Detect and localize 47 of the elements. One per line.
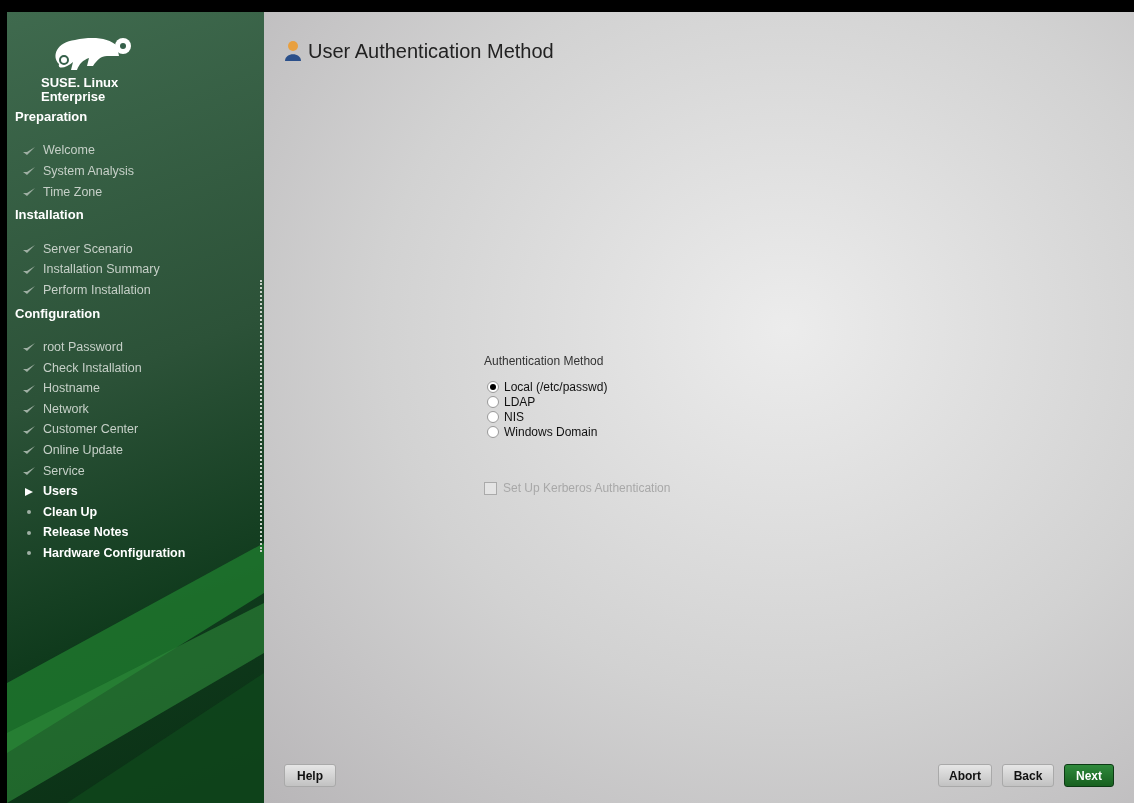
dialog-button[interactable]: Abort bbox=[938, 764, 992, 787]
step-label: Online Update bbox=[43, 441, 123, 459]
check-icon bbox=[22, 145, 36, 156]
check-icon bbox=[22, 166, 36, 177]
section-header: Installation bbox=[15, 206, 85, 225]
check-icon bbox=[22, 424, 36, 435]
page-title: User Authentication Method bbox=[308, 39, 554, 64]
step-label: Time Zone bbox=[43, 183, 103, 201]
check-icon bbox=[22, 404, 36, 415]
step-label: Server Scenario bbox=[43, 240, 133, 258]
group-label: Authentication Method bbox=[484, 353, 605, 370]
step-label: Perform Installation bbox=[43, 281, 151, 299]
check-icon bbox=[22, 342, 36, 353]
triangle-icon bbox=[24, 486, 34, 497]
check-icon bbox=[22, 383, 36, 394]
step-label: Network bbox=[43, 400, 89, 418]
step-label: Hardware Configuration bbox=[43, 544, 186, 562]
check-icon bbox=[22, 244, 36, 255]
product-name: SUSE. Linux bbox=[41, 76, 120, 90]
section-header: Preparation bbox=[15, 108, 89, 126]
dialog-button[interactable]: Next bbox=[1064, 764, 1114, 787]
check-icon bbox=[22, 187, 36, 197]
step-label: Welcome bbox=[43, 142, 95, 160]
step-label: Hostname bbox=[43, 380, 100, 398]
step-label: Check Installation bbox=[43, 359, 142, 377]
dialog-button[interactable]: Help bbox=[284, 764, 336, 787]
step-label: System Analysis bbox=[43, 163, 134, 180]
step-label: Users bbox=[43, 483, 78, 501]
section-header: Configuration bbox=[15, 304, 102, 323]
step-label: Release Notes bbox=[43, 524, 129, 542]
step-label: Customer Center bbox=[43, 421, 139, 439]
check-icon bbox=[22, 445, 36, 456]
check-icon bbox=[22, 285, 36, 296]
radio-option[interactable]: Local (/etc/passwd) bbox=[487, 379, 608, 394]
dialog-button[interactable]: Back bbox=[1002, 764, 1054, 787]
step-label: root Password bbox=[43, 339, 123, 356]
radio-option[interactable]: Windows Domain bbox=[487, 424, 598, 439]
step-label: Installation Summary bbox=[43, 261, 160, 279]
user-icon bbox=[284, 40, 302, 62]
radio-option[interactable]: NIS bbox=[487, 409, 524, 424]
step-label: Clean Up bbox=[43, 503, 98, 521]
step-label: Service bbox=[43, 462, 85, 480]
check-icon bbox=[22, 362, 36, 373]
radio-option[interactable]: LDAP bbox=[487, 394, 536, 409]
check-icon bbox=[22, 264, 36, 275]
check-icon bbox=[22, 465, 36, 476]
product-name: Enterprise bbox=[41, 90, 107, 104]
